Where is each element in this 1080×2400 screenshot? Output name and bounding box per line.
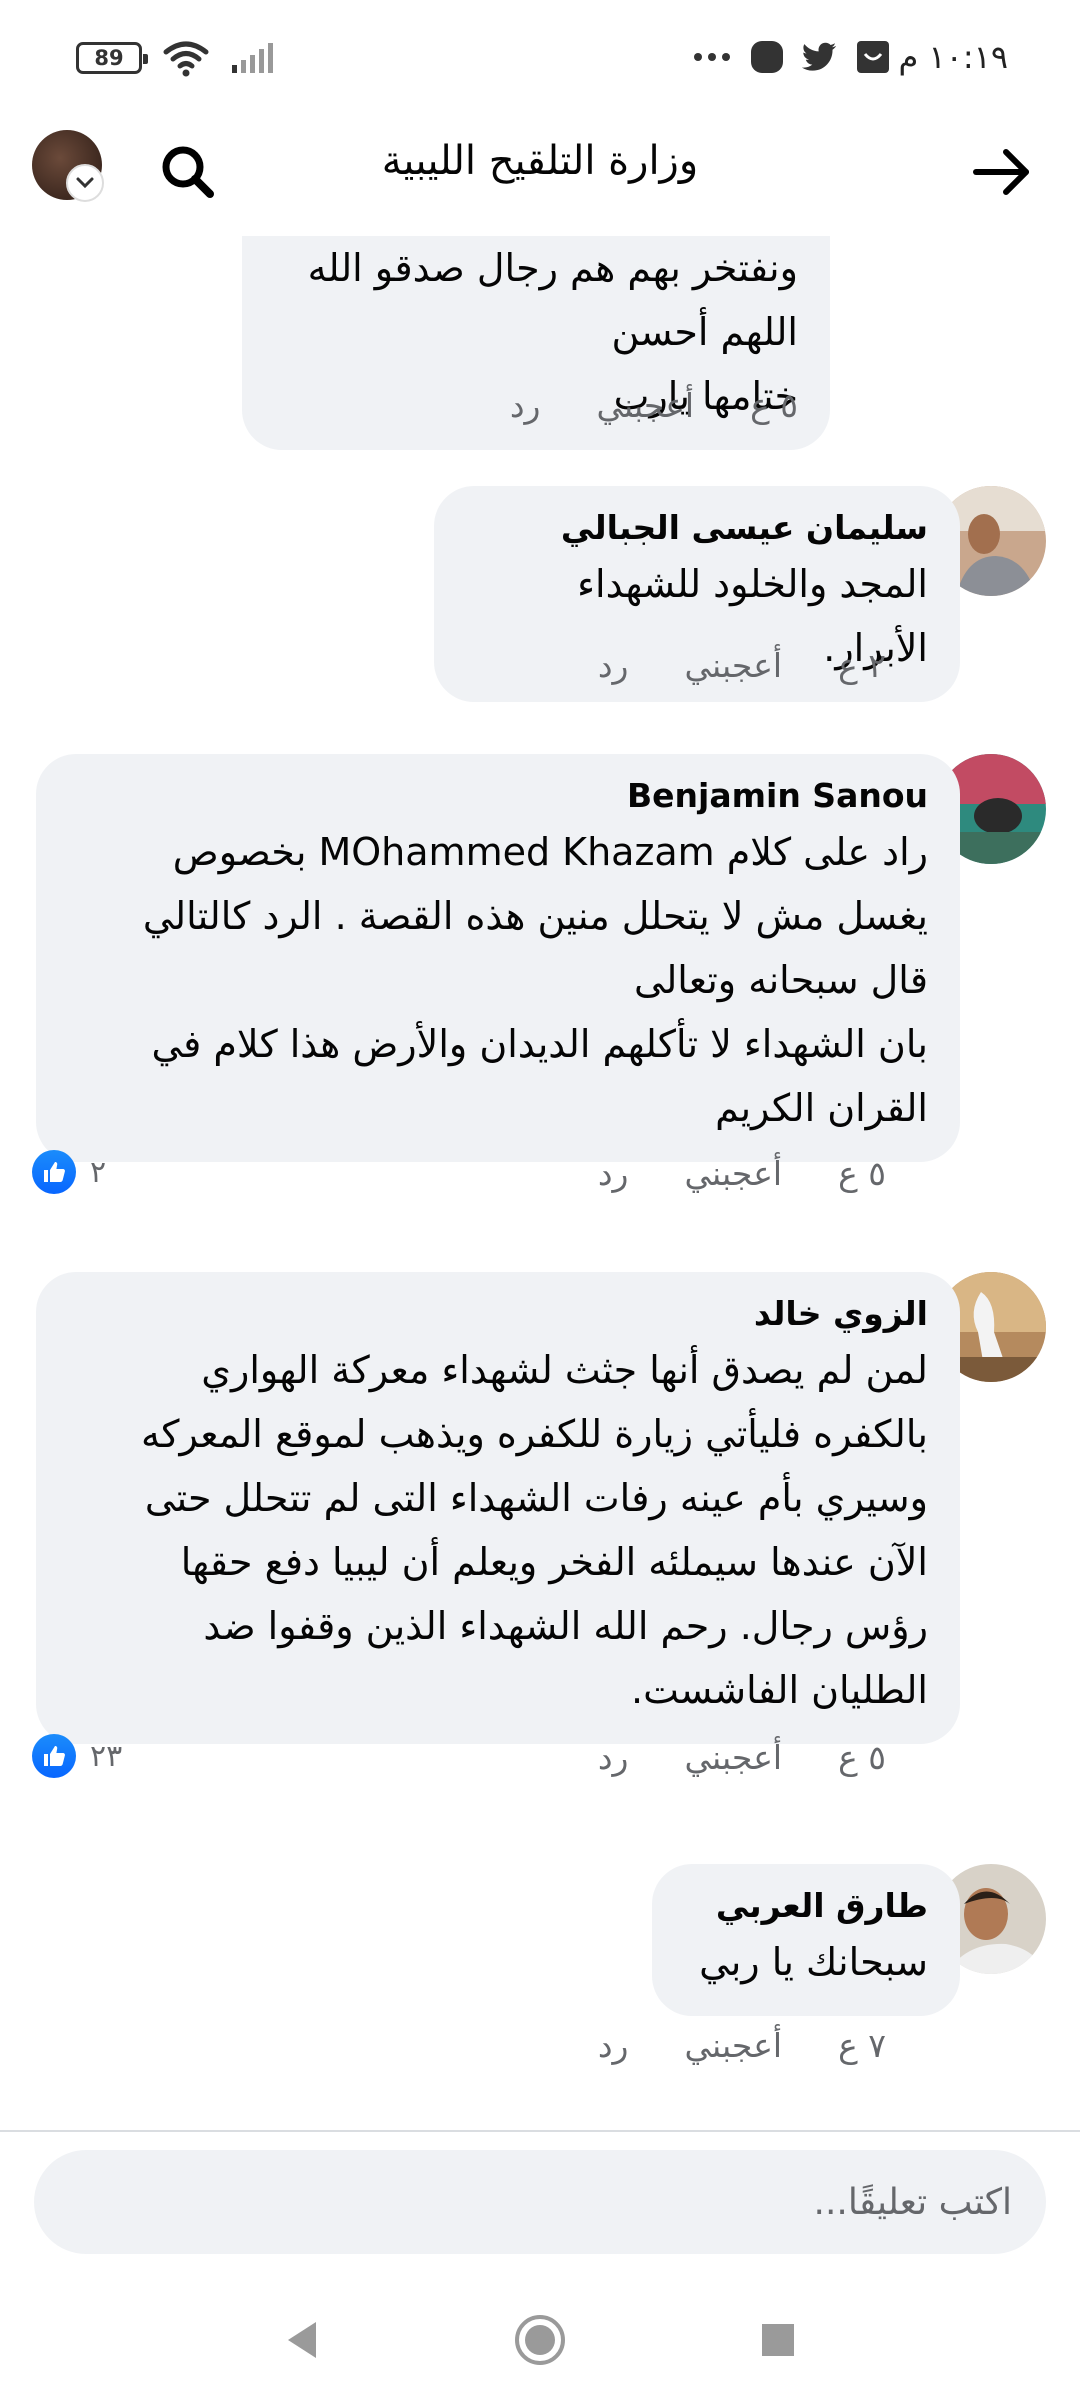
reply-button[interactable]: رد <box>598 646 629 685</box>
comment-actions: ٥ ع أعجبني رد <box>510 386 798 425</box>
system-nav-bar <box>0 2270 1080 2400</box>
nav-home-button[interactable] <box>510 2310 570 2370</box>
comment-time: ٥ ع <box>750 386 798 425</box>
arrow-right-icon <box>973 149 1029 195</box>
like-button[interactable]: أعجبني <box>684 2026 782 2065</box>
comment-bubble[interactable]: الزوي خالد لمن لم يصدق أنها جثث لشهداء م… <box>36 1272 960 1744</box>
comment-time: ٧ ع <box>838 2026 886 2065</box>
reaction-count: ٢٣ <box>90 1738 123 1774</box>
like-button[interactable]: أعجبني <box>596 386 694 425</box>
reply-button[interactable]: رد <box>598 2026 629 2065</box>
comment-text: راد على كلام MOhammed Khazam بخصوص يغسل … <box>142 830 928 1130</box>
top-app-bar: وزارة التلقيح الليبية <box>0 118 1080 236</box>
like-button[interactable]: أعجبني <box>684 1154 782 1193</box>
twitter-icon <box>802 42 836 71</box>
battery-icon: 89 <box>76 42 148 74</box>
status-bar: 89 ١٠:١٩ م <box>0 0 1080 118</box>
circle-app-icon <box>751 41 783 73</box>
status-right-icons <box>692 40 890 74</box>
commenter-name[interactable]: طارق العربي <box>684 1882 928 1930</box>
comment-text: سبحانك يا ربي <box>699 1940 928 1984</box>
comment-bubble[interactable]: Benjamin Sanou راد على كلام MOhammed Kha… <box>36 754 960 1162</box>
comment-actions: ٥ ع أعجبني رد <box>598 1738 886 1777</box>
commenter-name[interactable]: الزوي خالد <box>68 1290 928 1338</box>
nav-back-button[interactable] <box>272 2310 332 2370</box>
comment-actions: ٢ ع أعجبني رد <box>598 646 886 685</box>
back-button[interactable] <box>964 134 1040 210</box>
wifi-icon <box>163 41 209 77</box>
recents-square-icon <box>762 2324 794 2356</box>
comment-composer <box>34 2150 1046 2254</box>
like-reaction-icon <box>32 1734 76 1778</box>
reaction-summary[interactable]: ٢ <box>32 1150 106 1194</box>
nav-recents-button[interactable] <box>748 2310 808 2370</box>
reaction-summary[interactable]: ٢٣ <box>32 1734 122 1778</box>
signal-icon <box>232 43 273 73</box>
more-dots-icon <box>694 53 730 61</box>
home-circle-icon <box>515 2315 565 2365</box>
comment-time: ٢ ع <box>838 646 886 685</box>
comments-list: ونفتخر بهم هم رجال صدقو الله اللهم أحسن … <box>0 236 1080 2126</box>
comment-actions: ٧ ع أعجبني رد <box>598 2026 886 2065</box>
like-button[interactable]: أعجبني <box>684 1738 782 1777</box>
commenter-name[interactable]: سليمان عيسى الجبالي <box>466 504 928 552</box>
page-title: وزارة التلقيح الليبية <box>381 138 699 184</box>
comment-actions: ٥ ع أعجبني رد <box>598 1154 886 1193</box>
reply-button[interactable]: رد <box>598 1738 629 1777</box>
battery-level: 89 <box>94 46 124 70</box>
status-left-icons: 89 <box>76 38 278 78</box>
inbox-icon <box>857 41 889 73</box>
like-button[interactable]: أعجبني <box>684 646 782 685</box>
reply-button[interactable]: رد <box>598 1154 629 1193</box>
comment-bubble[interactable]: طارق العربي سبحانك يا ربي <box>652 1864 960 2016</box>
comment-input[interactable] <box>34 2150 1046 2254</box>
comment-text: لمن لم يصدق أنها جثث لشهداء معركة الهوار… <box>141 1348 928 1712</box>
reaction-count: ٢ <box>90 1154 107 1190</box>
status-time: ١٠:١٩ م <box>898 38 1008 76</box>
like-reaction-icon <box>32 1150 76 1194</box>
comment-time: ٥ ع <box>838 1154 886 1193</box>
composer-divider <box>0 2130 1080 2132</box>
back-triangle-icon <box>288 2322 316 2358</box>
comment-time: ٥ ع <box>838 1738 886 1777</box>
commenter-name[interactable]: Benjamin Sanou <box>68 772 928 820</box>
reply-button[interactable]: رد <box>510 386 541 425</box>
